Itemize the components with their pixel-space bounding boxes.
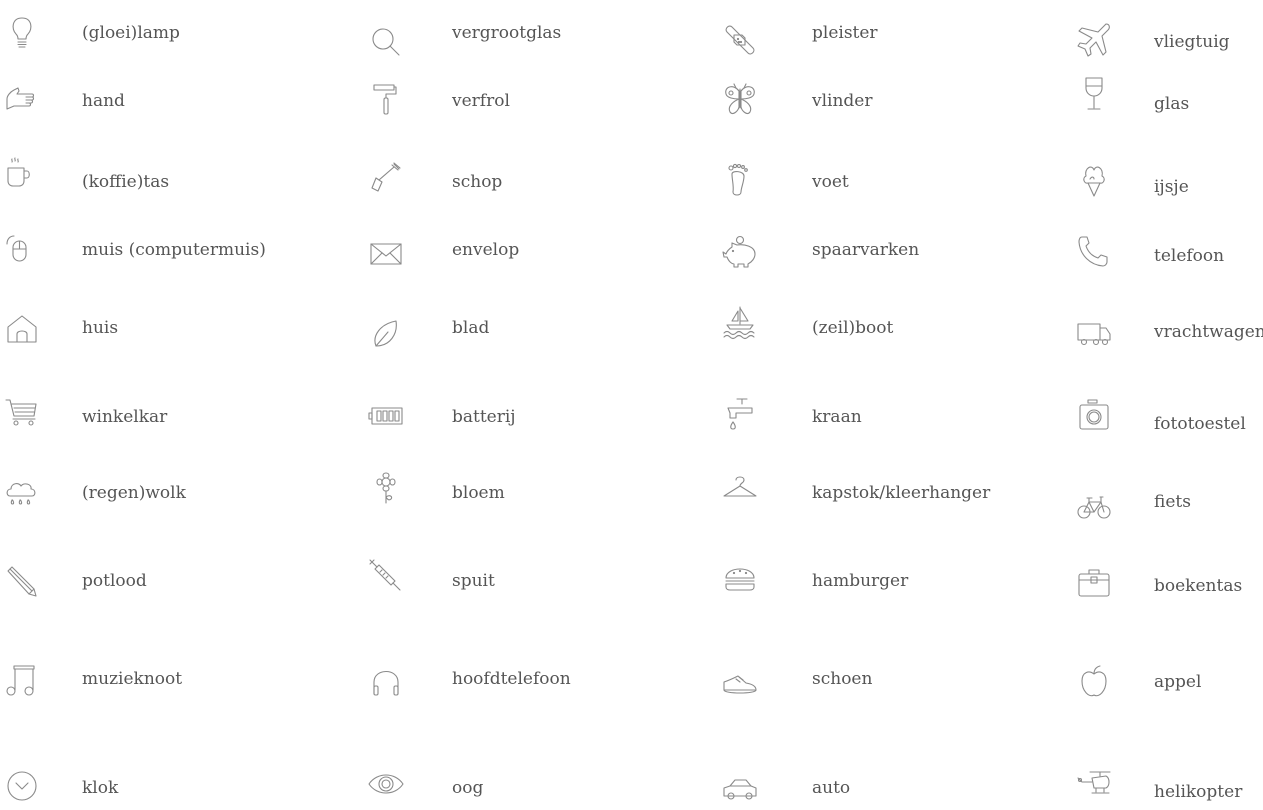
airplane-icon (1076, 22, 1112, 58)
helicopter-icon (1076, 766, 1112, 802)
label-butterfly: vlinder (812, 91, 873, 111)
label-syringe: spuit (452, 571, 495, 591)
leaf-icon (368, 316, 404, 352)
label-bicycle: fiets (1154, 492, 1191, 512)
label-flower: bloem (452, 483, 505, 503)
label-ice-cream: ijsje (1154, 177, 1189, 197)
envelope-icon (368, 236, 404, 272)
label-telephone: telefoon (1154, 246, 1225, 266)
label-foot: voet (812, 172, 849, 192)
camera-icon (1076, 398, 1112, 434)
label-coffee-cup: (koffie)tas (82, 172, 170, 192)
label-shopping-cart: winkelkar (82, 407, 168, 427)
bicycle-icon (1076, 488, 1112, 524)
label-mouse: muis (computermuis) (82, 240, 266, 260)
label-faucet: kraan (812, 407, 862, 427)
foot-icon (722, 162, 758, 198)
label-leaf: blad (452, 318, 490, 338)
truck-icon (1076, 316, 1112, 352)
label-magnifier: vergrootglas (452, 23, 562, 43)
label-clock: klok (82, 778, 119, 798)
label-truck: vrachtwagen (1154, 322, 1263, 342)
label-music-note: muzieknoot (82, 669, 183, 689)
label-wine-glass: glas (1154, 94, 1190, 114)
pencil-icon (4, 564, 40, 600)
label-rain-cloud: (regen)wolk (82, 483, 186, 503)
house-icon (4, 310, 40, 346)
briefcase-icon (1076, 566, 1112, 602)
lightbulb-icon (4, 14, 40, 50)
hanger-icon (722, 472, 758, 508)
shovel-icon (368, 160, 404, 196)
clock-icon (4, 768, 40, 804)
mouse-icon (4, 232, 40, 268)
label-hamburger: hamburger (812, 571, 909, 591)
label-airplane: vliegtuig (1154, 32, 1230, 52)
wine-glass-icon (1076, 76, 1112, 112)
label-sailboat: (zeil)boot (812, 318, 894, 338)
syringe-icon (368, 558, 404, 594)
label-shovel: schop (452, 172, 503, 192)
magnifier-icon (368, 24, 404, 60)
label-helicopter: helikopter (1154, 782, 1243, 802)
label-briefcase: boekentas (1154, 576, 1243, 596)
label-car: auto (812, 778, 851, 798)
ice-cream-icon (1076, 162, 1112, 198)
paint-roller-icon (368, 82, 404, 118)
label-envelope: envelop (452, 240, 520, 260)
piggy-bank-icon (722, 234, 758, 270)
label-pencil: potlood (82, 571, 147, 591)
shoe-icon (722, 664, 758, 700)
faucet-icon (722, 396, 758, 432)
label-eye: oog (452, 778, 484, 798)
butterfly-icon (722, 82, 758, 118)
label-paint-roller: verfrol (452, 91, 510, 111)
label-camera: fototoestel (1154, 414, 1246, 434)
rain-cloud-icon (4, 474, 40, 510)
eye-icon (368, 766, 404, 802)
coffee-cup-icon (4, 154, 40, 190)
label-lightbulb: (gloei)lamp (82, 23, 180, 43)
label-battery: batterij (452, 407, 516, 427)
label-hanger: kapstok/kleerhanger (812, 483, 991, 503)
bandage-icon (722, 22, 758, 58)
flower-icon (368, 470, 404, 506)
label-apple: appel (1154, 672, 1202, 692)
label-shoe: schoen (812, 669, 873, 689)
sailboat-icon (722, 304, 758, 340)
label-bandage: pleister (812, 23, 878, 43)
label-piggy-bank: spaarvarken (812, 240, 920, 260)
shopping-cart-icon (4, 394, 40, 430)
telephone-icon (1076, 234, 1112, 270)
label-hand: hand (82, 91, 125, 111)
headphones-icon (368, 664, 404, 700)
music-note-icon (4, 663, 40, 699)
label-headphones: hoofdtelefoon (452, 669, 571, 689)
battery-icon (368, 398, 404, 434)
apple-icon (1076, 664, 1112, 700)
label-house: huis (82, 318, 119, 338)
hand-icon (4, 82, 40, 118)
hamburger-icon (722, 560, 758, 596)
